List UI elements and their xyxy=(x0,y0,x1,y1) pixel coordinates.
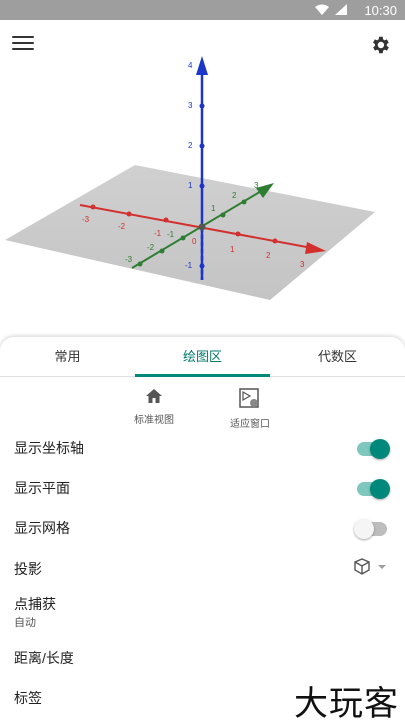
home-icon xyxy=(146,389,162,403)
x-tick-label: -3 xyxy=(82,215,90,224)
settings-panel: 常用 绘图区 代数区 标准视图 适应窗口 显示坐标轴 显示平面 显示网格 投影 xyxy=(0,337,405,720)
y-tick-label: -3 xyxy=(125,255,133,264)
fit-window-icon xyxy=(239,388,259,408)
projection-row[interactable]: 投影 xyxy=(0,549,405,589)
x-tick-label: 1 xyxy=(230,245,235,254)
show-axes-toggle[interactable] xyxy=(357,439,390,459)
z-tick-label: 1 xyxy=(188,181,193,190)
status-bar: 10:30 xyxy=(0,0,405,20)
show-plane-toggle[interactable] xyxy=(357,479,390,499)
y-tick-label: 3 xyxy=(254,181,259,190)
projection-dropdown[interactable] xyxy=(353,557,387,582)
signal-icon xyxy=(335,4,347,15)
point-capture-row[interactable]: 点捕获 自动 xyxy=(0,590,405,636)
z-tick-label: 3 xyxy=(188,101,193,110)
z-axis-arrow xyxy=(196,56,208,75)
show-axes-row[interactable]: 显示坐标轴 xyxy=(0,429,405,469)
show-axes-label: 显示坐标轴 xyxy=(14,440,84,456)
labels-label: 标签 xyxy=(14,690,42,706)
fit-window-button[interactable]: 适应窗口 xyxy=(210,388,290,430)
z-tick-label: 4 xyxy=(188,61,193,70)
tab-indicator xyxy=(135,374,270,377)
origin-point xyxy=(198,223,206,231)
settings-gear-button[interactable] xyxy=(369,34,391,56)
projection-label: 投影 xyxy=(14,561,42,577)
menu-icon-bar xyxy=(12,36,34,38)
x-tick-label: 2 xyxy=(266,251,271,260)
y-tick-label: -2 xyxy=(147,243,155,252)
point-capture-value: 自动 xyxy=(14,617,36,629)
show-grid-label: 显示网格 xyxy=(14,520,70,536)
z-tick-label: -1 xyxy=(185,261,193,270)
gear-icon xyxy=(373,36,389,54)
point-capture-label: 点捕获 xyxy=(14,596,56,612)
watermark-logo: 大玩客 xyxy=(294,684,399,720)
y-tick-label: 1 xyxy=(211,204,216,213)
distance-length-label: 距离/长度 xyxy=(14,650,74,666)
cube-icon xyxy=(354,558,386,575)
y-tick-label: -1 xyxy=(167,230,175,239)
menu-button[interactable] xyxy=(12,36,34,52)
wifi-icon xyxy=(315,4,329,15)
status-time: 10:30 xyxy=(364,3,397,18)
x-tick-label: -2 xyxy=(118,222,126,231)
tab-common[interactable]: 常用 xyxy=(0,337,135,377)
show-plane-label: 显示平面 xyxy=(14,480,70,496)
graphics-3d-canvas[interactable]: 4 3 2 1 -1 -3 -2 -1 0 1 2 3 -3 -2 -1 1 2… xyxy=(0,20,405,340)
chevron-down-icon xyxy=(378,565,386,569)
show-grid-row[interactable]: 显示网格 xyxy=(0,509,405,549)
menu-icon-bar xyxy=(12,42,34,44)
fit-window-label: 适应窗口 xyxy=(230,419,270,430)
y-tick-label: 2 xyxy=(232,191,237,200)
z-tick-label: 2 xyxy=(188,141,193,150)
x-tick-label: 0 xyxy=(192,237,197,246)
tab-graphics[interactable]: 绘图区 xyxy=(135,337,270,377)
standard-view-button[interactable]: 标准视图 xyxy=(114,388,194,426)
show-plane-row[interactable]: 显示平面 xyxy=(0,469,405,509)
x-tick-label: 3 xyxy=(300,260,305,269)
menu-icon-bar xyxy=(12,48,34,50)
panel-tabs: 常用 绘图区 代数区 xyxy=(0,337,405,377)
x-tick-label: -1 xyxy=(154,229,162,238)
graphics-view-3d[interactable]: 4 3 2 1 -1 -3 -2 -1 0 1 2 3 -3 -2 -1 1 2… xyxy=(0,20,405,340)
standard-view-label: 标准视图 xyxy=(134,415,174,426)
tab-algebra[interactable]: 代数区 xyxy=(270,337,405,377)
show-grid-toggle[interactable] xyxy=(354,519,387,539)
